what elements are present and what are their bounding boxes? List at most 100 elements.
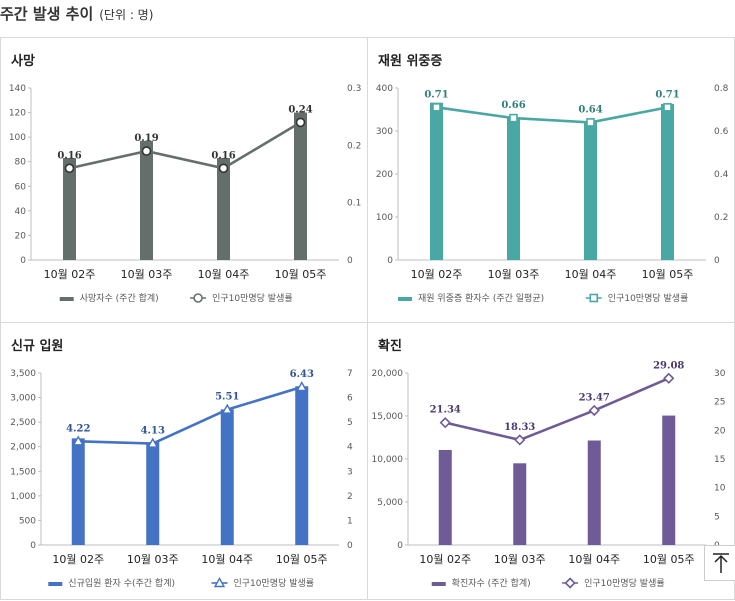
legend-label: 확진자수 (주간 합계) (452, 577, 531, 589)
y-tick-label-right: 30 (714, 369, 726, 379)
bar (507, 117, 520, 260)
x-tick-label: 10월 02주 (52, 553, 104, 566)
data-label: 0.19 (134, 133, 158, 144)
bar (146, 442, 160, 545)
legend-bar-swatch (59, 297, 74, 301)
y-tick-label-right: 7 (347, 369, 353, 379)
bar (220, 409, 234, 545)
line-point (514, 434, 526, 446)
y-tick-label-right: 6 (347, 394, 353, 404)
y-tick-label-left: 10,000 (372, 455, 404, 465)
line-point (586, 118, 595, 127)
y-tick-label-left: 300 (376, 127, 393, 137)
y-tick-label-right: 20 (714, 426, 726, 436)
scroll-top-button[interactable] (704, 545, 735, 581)
y-tick-label-right: 0.2 (347, 141, 361, 151)
line-point (588, 404, 600, 417)
y-tick-label-left: 100 (376, 213, 393, 223)
y-tick-label-left: 20 (15, 231, 27, 241)
data-label: 0.24 (288, 104, 312, 115)
y-tick-label-right: 0.4 (714, 170, 729, 180)
legend-label: 인구10만명당 발생률 (234, 578, 315, 589)
data-label: 21.34 (430, 405, 461, 416)
y-tick-label-left: 3,000 (10, 394, 36, 404)
legend-label: 사망자수 (주간 합계) (80, 292, 159, 304)
y-tick-label-right: 25 (714, 398, 725, 408)
y-tick-label-left: 100 (9, 133, 26, 143)
legend-label: 재원 위중증 환자수 (주간 일평균) (418, 292, 544, 304)
legend-marker (589, 293, 599, 303)
data-label: 6.43 (290, 369, 314, 380)
y-tick-label-right: 4 (347, 443, 353, 453)
y-tick-label-right: 5 (714, 512, 720, 522)
series-line (436, 106, 668, 124)
data-label: 5.51 (215, 392, 239, 403)
y-tick-label-right: 0.1 (347, 199, 361, 209)
data-label: 4.13 (141, 426, 165, 437)
chart-svg: 0 100 200 300 400 0 0.2 0.4 0.6 0.8 0.71 0.66 0.64 0.… (376, 84, 729, 304)
y-tick-label-left: 20,000 (372, 369, 404, 379)
y-tick-label-left: 40 (15, 207, 27, 217)
legend-bar-swatch (398, 297, 412, 301)
line-point (141, 146, 152, 156)
x-tick-label: 10월 02주 (411, 268, 463, 281)
legend-label: 인구10만명당 발생률 (584, 578, 665, 589)
bar (63, 158, 76, 260)
x-tick-label: 10월 02주 (44, 268, 96, 281)
y-tick-label-right: 5 (347, 418, 353, 428)
y-tick-label-right: 0.2 (714, 213, 728, 223)
data-label: 4.22 (66, 423, 90, 434)
y-tick-label-right: 1 (347, 516, 353, 526)
bar (140, 140, 153, 260)
data-label: 0.16 (211, 150, 235, 161)
bar (584, 121, 597, 260)
y-tick-label-right: 0.6 (714, 127, 729, 137)
x-tick-label: 10월 04주 (568, 553, 620, 566)
line-point (295, 117, 306, 128)
y-tick-label-left: 500 (19, 516, 36, 526)
y-tick-label-left: 400 (376, 84, 393, 94)
bar (661, 103, 674, 260)
y-tick-label-left: 60 (15, 182, 27, 192)
y-tick-label-left: 2,000 (10, 443, 36, 453)
y-tick-label-left: 80 (15, 158, 27, 168)
y-tick-label-right: 2 (347, 492, 353, 502)
chart-svg: 05,00010,00015,00020,00005101520253021.3… (372, 360, 726, 589)
y-tick-label-left: 15,000 (372, 412, 404, 422)
legend-label: 신규입원 환자 수(주간 합계) (68, 577, 175, 589)
data-label: 23.47 (579, 392, 610, 403)
x-tick-label: 10월 04주 (198, 268, 250, 281)
bar (438, 449, 452, 545)
data-label: 0.71 (655, 89, 679, 100)
x-tick-label: 10월 02주 (419, 553, 471, 566)
series-line (78, 385, 303, 445)
chart-panel-confirmed: 확진 05,00010,00015,00020,0000510152025302… (367, 322, 735, 600)
chart-svg: 0 500 1,000 1,500 2,000 2,500 3,000 3,500 0 1 2 3 4 5… (10, 369, 353, 589)
bar (662, 415, 676, 545)
line-point (663, 372, 675, 384)
y-tick-label-left: 0 (20, 256, 26, 266)
legend-bar-swatch (48, 582, 63, 586)
x-tick-label: 10월 03주 (127, 553, 179, 566)
bar (294, 112, 307, 260)
legend-label: 인구10만명당 발생률 (212, 293, 293, 304)
page-title: 주간 발생 추이 (단위 : 명) (0, 3, 153, 24)
x-tick-label: 10월 05주 (275, 268, 327, 281)
y-tick-label-right: 0.8 (714, 84, 729, 94)
y-tick-label-left: 3,500 (10, 369, 36, 379)
page-unit: (단위 : 명) (99, 8, 154, 22)
data-label: 18.33 (504, 422, 535, 433)
line-point (218, 163, 229, 174)
legend-marker (193, 293, 203, 303)
bar (513, 463, 527, 545)
bar (430, 102, 443, 261)
legend-marker (564, 577, 576, 589)
y-tick-label-right: 0 (347, 256, 353, 266)
bar (217, 158, 230, 260)
chart-panel-severe: 재원 위중증 0 100 200 300 400 0 0.2 0.4 0.6 0.8 0.71 0.6… (367, 37, 735, 324)
data-label: 0.64 (578, 104, 602, 115)
y-tick-label-left: 200 (376, 170, 393, 180)
y-tick-label-left: 5,000 (377, 498, 403, 508)
page-title-text: 주간 발생 추이 (0, 5, 94, 23)
bar (587, 440, 601, 545)
